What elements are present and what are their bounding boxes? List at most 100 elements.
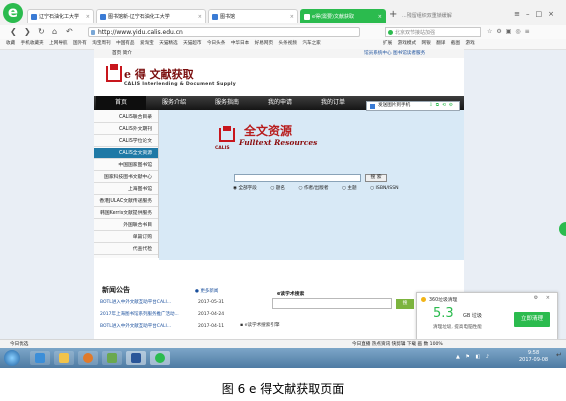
url-input[interactable]: http://www.yidu.calis.edu.cn (88, 27, 360, 37)
sidebar-item-julac[interactable]: 香港JULAC文献传递服务 (94, 196, 158, 207)
image-overlay-toolbar[interactable]: 发送图片到手机 ⇩⧉⟲⚙ (366, 101, 460, 111)
overlay-action-icons[interactable]: ⇩⧉⟲⚙ (429, 102, 456, 110)
site-subtitle: CALIS Interlending & Document Supply (124, 82, 237, 87)
top-right-links[interactable]: 馆员系统中心 图书馆读者服务 (364, 49, 425, 58)
back-icon[interactable]: ❮ (10, 26, 17, 37)
toolbar-icons[interactable]: ☆⚙▣◎≡ (487, 28, 534, 35)
phone-icon (370, 104, 375, 109)
more-news-link[interactable]: ● 更多新闻 (195, 288, 218, 294)
bookmark-item[interactable]: 天猫超市 (183, 41, 201, 46)
bookmark-item[interactable]: 爱淘宝 (140, 41, 154, 46)
floating-side-button[interactable] (559, 222, 566, 236)
radio-author[interactable]: ○ 作者/出版者 (298, 186, 334, 191)
site-title: e 得 文献获取 (124, 68, 194, 81)
tab-close-icon[interactable]: × (198, 10, 202, 23)
bookmark-item[interactable]: 国外有 (73, 41, 87, 46)
junk-size-unit: GB 垃圾 (463, 313, 482, 319)
sidebar-item-kerris[interactable]: 韩国Kerris文献提供服务 (94, 208, 158, 219)
cleanup-icon (421, 297, 426, 302)
games-button[interactable]: 游戏 (466, 41, 475, 46)
taskbar-folder-icon[interactable] (102, 351, 122, 365)
top-left-links[interactable]: 首页 简介 (112, 49, 132, 58)
address-bar-row: ❮ ❯ ↻ ⌂ ↶ http://www.yidu.calis.edu.cn 北… (0, 25, 566, 40)
taskbar-word-icon[interactable] (126, 351, 146, 365)
bank-button[interactable]: 网银 (422, 41, 431, 46)
sidebar-item-fulltext[interactable]: CALIS全文资源 (94, 148, 158, 159)
bookmark-item[interactable]: 头条视频 (279, 41, 297, 46)
calis-emblem-icon (219, 126, 235, 142)
sidebar-item-foreign-catalog[interactable]: 外国联合书目 (94, 220, 158, 231)
nav-my-requests[interactable]: 我的申请 (255, 96, 305, 110)
bookmark-item[interactable]: 手机收藏夹 (21, 41, 44, 46)
sidebar-item-single-order[interactable]: 单篇订购 (94, 232, 158, 243)
radio-all-fields[interactable]: ◉ 全部字段 (233, 186, 263, 191)
tab-search-hint[interactable]: ...残留组织双重锁缓解 (402, 12, 452, 19)
bookmark-item[interactable]: 汽车之家 (302, 41, 320, 46)
fulltext-panel: CALIS 全文资源 Fulltext Resources 搜 索 ◉ 全部字段… (159, 110, 464, 260)
nav-my-orders[interactable]: 我的订单 (308, 96, 358, 110)
search-box[interactable]: 北京双节接站加强 (385, 27, 481, 37)
sidebar-item-shanghai-library[interactable]: 上海图书馆 (94, 184, 158, 195)
system-tray-icons[interactable]: ▲ ⚑ ◧ ♪ (456, 354, 491, 360)
tab-close-icon[interactable]: × (86, 10, 90, 23)
taskbar-explorer-icon[interactable] (54, 351, 74, 365)
ebook-search-button[interactable]: 搜 (396, 299, 414, 309)
translate-button[interactable]: 翻译 (436, 41, 445, 46)
news-item[interactable]: BOTL进入中外文献互助平台CALI... 2017-04-11 (100, 323, 240, 331)
tab-4-active[interactable]: e得(需要)文献获取 × (300, 9, 386, 23)
fulltext-search-button[interactable]: 搜 索 (365, 174, 387, 182)
ebook-guide-link[interactable]: ▪ e读学术搜索引擎 (240, 322, 280, 328)
tab-3[interactable]: 图书馆 × (208, 9, 298, 23)
news-item[interactable]: BOTL进入中外文献互助平台CALI... 2017-05-31 (100, 299, 240, 307)
nav-guide[interactable]: 服务指南 (202, 96, 252, 110)
radio-title[interactable]: ○ 题名 (270, 186, 291, 191)
sidebar-item-national-library[interactable]: 中国国家图书馆 (94, 160, 158, 171)
extensions-button[interactable]: 扩展 (383, 41, 392, 46)
sidebar-item-nstl[interactable]: 国家科技图书文献中心 (94, 172, 158, 183)
bookmark-item[interactable]: 中华日本 (231, 41, 249, 46)
radio-subject[interactable]: ○ 主题 (342, 186, 363, 191)
ebook-search-input[interactable] (272, 298, 392, 309)
calis-logo-icon (106, 64, 122, 82)
nav-home[interactable]: 首页 (96, 96, 146, 110)
bookmark-item[interactable]: 收藏 (6, 41, 15, 46)
bookmark-item[interactable]: 天猫精选 (159, 41, 177, 46)
home-icon[interactable]: ⌂ (52, 26, 57, 37)
popup-controls[interactable]: ⚙ × (534, 295, 553, 301)
tab-close-icon[interactable]: × (378, 10, 382, 23)
bookmark-item[interactable]: 今日头条 (207, 41, 225, 46)
browser-logo-icon[interactable]: e (3, 3, 23, 23)
window-controls[interactable]: ≡–□× (514, 10, 560, 18)
bookmark-item[interactable]: 上网导航 (49, 41, 67, 46)
search-field-options: ◉ 全部字段 ○ 题名 ○ 作者/出版者 ○ 主题 ○ ISBN/ISSN (233, 185, 411, 191)
radio-isbn[interactable]: ○ ISBN/ISSN (370, 186, 405, 191)
new-tab-button[interactable]: + (389, 9, 397, 21)
cleanup-popup: 360垃圾清理 ⚙ × 5.3 GB 垃圾 清理垃圾, 提高电脑性能 立即清理 (416, 292, 558, 340)
reload-icon[interactable]: ↻ (38, 26, 45, 37)
tab-favicon-icon (304, 14, 310, 20)
forward-icon[interactable]: ❯ (24, 26, 31, 37)
tab-close-icon[interactable]: × (290, 10, 294, 23)
tab-favicon-icon (31, 14, 37, 20)
start-button-icon[interactable] (4, 350, 20, 366)
fulltext-search-input[interactable] (234, 174, 361, 182)
news-item[interactable]: 2017年上海图书馆系列服务推广活动... 2017-04-24 (100, 311, 240, 319)
screenshot-button[interactable]: 截图 (451, 41, 460, 46)
taskbar-clock[interactable]: 9:58 2017-09-08 (519, 350, 548, 364)
bookmark-item[interactable]: 好易网页 (255, 41, 273, 46)
clean-now-button[interactable]: 立即清理 (514, 312, 550, 327)
taskbar-ie-icon[interactable] (30, 351, 50, 365)
sidebar-item-proxy-search[interactable]: 代查代检 (94, 244, 158, 255)
sidebar-item-union-catalog[interactable]: CALIS联合目录 (94, 112, 158, 123)
sidebar-item-dissertations[interactable]: CALIS学位论文 (94, 136, 158, 147)
history-icon[interactable]: ↶ (66, 26, 73, 37)
game-mode-button[interactable]: 游戏模式 (398, 41, 416, 46)
taskbar-media-icon[interactable] (78, 351, 98, 365)
bookmark-item[interactable]: 淘宝周刊 (92, 41, 110, 46)
nav-services[interactable]: 服务介绍 (149, 96, 199, 110)
taskbar-browser-icon[interactable] (150, 351, 170, 365)
tab-1[interactable]: 辽宁石油化工大学 × (27, 9, 94, 23)
bookmark-item[interactable]: 中国有品 (116, 41, 134, 46)
sidebar-item-foreign-journals[interactable]: CALIS外文期刊 (94, 124, 158, 135)
tab-2[interactable]: 图书馆新-辽宁石油化工大学 × (96, 9, 206, 23)
